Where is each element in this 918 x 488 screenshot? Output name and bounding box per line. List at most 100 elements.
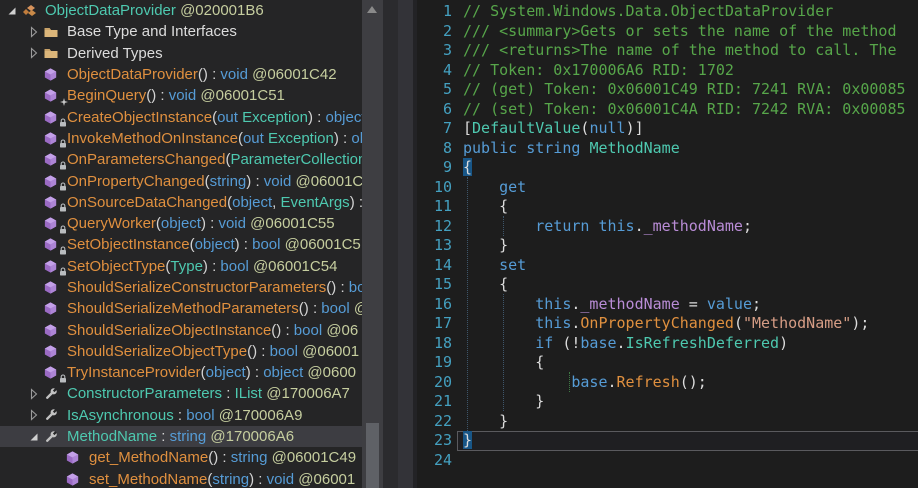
tree-row[interactable]: OnSourceDataChanged(object, EventArgs) : [0,192,362,213]
line-number[interactable]: 2 [417,22,452,42]
code-line[interactable]: 20 base.Refresh(); [417,373,918,393]
line-number[interactable]: 15 [417,275,452,295]
tree-row[interactable]: QueryWorker(object) : void @06001C55 [0,213,362,234]
tree-row[interactable]: ShouldSerializeObjectType() : bool @0600… [0,341,362,362]
tree-row[interactable]: get_MethodName() : string @06001C49 [0,447,362,468]
tree-row[interactable]: Derived Types [0,43,362,64]
code-line[interactable]: 14 set [417,256,918,276]
folder-icon-slot [43,24,65,40]
code-line[interactable]: 13 } [417,236,918,256]
method-icon [43,259,58,274]
code-line[interactable]: 4// Token: 0x170006A6 RID: 1702 [417,61,918,81]
line-number[interactable]: 5 [417,80,452,100]
code-line[interactable]: 24 [417,451,918,471]
line-number[interactable]: 7 [417,119,452,139]
expander-slot[interactable] [25,429,43,445]
tree-scrollbar[interactable] [362,0,383,488]
line-number[interactable]: 12 [417,217,452,237]
line-number[interactable]: 14 [417,256,452,276]
line-number[interactable]: 21 [417,392,452,412]
type-members-tree[interactable]: ObjectDataProvider @020001B6Base Type an… [0,0,362,488]
code-line[interactable]: 9{ [417,158,918,178]
folder-icon [43,24,59,40]
line-number[interactable]: 8 [417,139,452,159]
code-line[interactable]: 17 this.OnPropertyChanged("MethodName"); [417,314,918,334]
tree-row[interactable]: ConstructorParameters : IList @170006A7 [0,383,362,404]
tree-row[interactable]: Base Type and Interfaces [0,21,362,42]
tree-row-label: set_MethodName(string) : void @06001 [89,471,355,488]
code-line[interactable]: 15 { [417,275,918,295]
line-number[interactable]: 22 [417,412,452,432]
code-line[interactable]: 1// System.Windows.Data.ObjectDataProvid… [417,2,918,22]
expander-slot[interactable] [25,386,43,402]
tree-row[interactable]: set_MethodName(string) : void @06001 [0,469,362,488]
expander-slot[interactable] [3,3,21,19]
tree-row[interactable]: OnPropertyChanged(string) : void @06001C [0,170,362,191]
method-icon-slot [43,365,65,381]
tree-row[interactable]: InvokeMethodOnInstance(out Exception) : … [0,128,362,149]
line-number[interactable]: 4 [417,61,452,81]
line-number[interactable]: 17 [417,314,452,334]
expander-collapsed-icon[interactable] [26,386,42,402]
expander-collapsed-icon[interactable] [26,24,42,40]
panel-splitter[interactable] [383,0,398,488]
line-number[interactable]: 6 [417,100,452,120]
tree-row[interactable]: BeginQuery() : void @06001C51 [0,85,362,106]
line-number[interactable]: 13 [417,236,452,256]
expander-slot[interactable] [25,24,43,40]
code-editor[interactable]: 1// System.Windows.Data.ObjectDataProvid… [417,0,918,488]
expander-expanded-icon[interactable] [4,3,20,19]
tree-row[interactable]: OnParametersChanged(ParameterCollection [0,149,362,170]
code-line[interactable]: 8public string MethodName [417,139,918,159]
method-icon [65,472,80,487]
line-number[interactable]: 16 [417,295,452,315]
tree-row[interactable]: SetObjectInstance(object) : bool @06001C… [0,234,362,255]
code-line[interactable]: 3/// <returns>The name of the method to … [417,41,918,61]
code-line[interactable]: 2/// <summary>Gets or sets the name of t… [417,22,918,42]
code-line[interactable]: 11 { [417,197,918,217]
line-number[interactable]: 1 [417,2,452,22]
tree-row-selected[interactable]: MethodName : string @170006A6 [0,426,362,447]
scrollbar-up-arrow-icon[interactable] [367,6,377,13]
tree-row[interactable]: CreateObjectInstance(out Exception) : ob… [0,106,362,127]
line-number[interactable]: 20 [417,373,452,393]
code-line-current[interactable]: 23} [417,431,918,451]
line-number[interactable]: 9 [417,158,452,178]
code-lines[interactable]: 1// System.Windows.Data.ObjectDataProvid… [417,0,918,470]
line-number[interactable]: 23 [417,431,452,451]
code-line[interactable]: 22 } [417,412,918,432]
line-number[interactable]: 10 [417,178,452,198]
code-line-content: // (set) Token: 0x06001C4A RID: 7242 RVA… [463,100,918,120]
line-number[interactable]: 24 [417,451,452,471]
code-line[interactable]: 12 return this._methodName; [417,217,918,237]
tree-row[interactable]: ShouldSerializeConstructorParameters() :… [0,277,362,298]
code-line[interactable]: 16 this._methodName = value; [417,295,918,315]
code-line-content: get [463,178,918,198]
line-number[interactable]: 19 [417,353,452,373]
tree-row[interactable]: TryInstanceProvider(object) : object @06… [0,362,362,383]
line-number[interactable]: 11 [417,197,452,217]
code-line[interactable]: 5// (get) Token: 0x06001C49 RID: 7241 RV… [417,80,918,100]
tree-row[interactable]: ShouldSerializeObjectInstance() : bool @… [0,319,362,340]
expander-collapsed-icon[interactable] [26,407,42,423]
tree-row[interactable]: SetObjectType(Type) : bool @06001C54 [0,256,362,277]
code-line[interactable]: 10 get [417,178,918,198]
expander-slot[interactable] [25,407,43,423]
expander-slot[interactable] [25,45,43,61]
code-line[interactable]: 7[DefaultValue(null)] [417,119,918,139]
code-line[interactable]: 21 } [417,392,918,412]
tree-row[interactable]: IsAsynchronous : bool @170006A9 [0,405,362,426]
code-line[interactable]: 18 if (!base.IsRefreshDeferred) [417,334,918,354]
tree-row[interactable]: ObjectDataProvider @020001B6 [0,0,362,21]
method-icon [43,174,58,189]
panel-splitter-handle[interactable] [398,0,413,488]
tree-row[interactable]: ShouldSerializeMethodParameters() : bool… [0,298,362,319]
line-number[interactable]: 18 [417,334,452,354]
line-number[interactable]: 3 [417,41,452,61]
tree-row[interactable]: ObjectDataProvider() : void @06001C42 [0,64,362,85]
code-line[interactable]: 6 // (set) Token: 0x06001C4A RID: 7242 RV… [417,100,918,120]
expander-collapsed-icon[interactable] [26,45,42,61]
code-line[interactable]: 19 { [417,353,918,373]
tree-scrollbar-thumb[interactable] [366,423,379,488]
expander-expanded-icon[interactable] [26,429,42,445]
